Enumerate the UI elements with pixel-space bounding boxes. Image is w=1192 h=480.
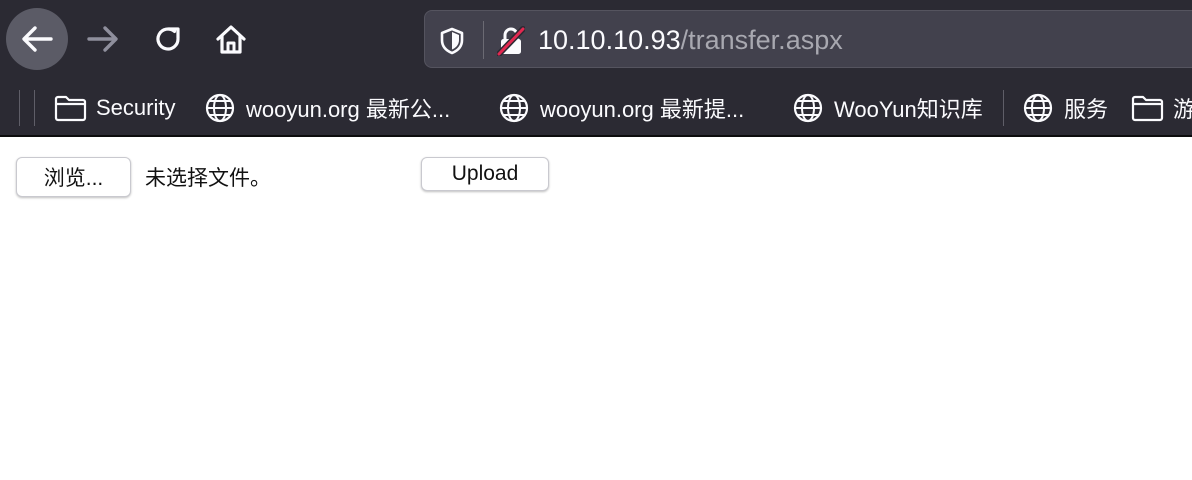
browser-chrome: 10.10.10.93/transfer.aspx Security wooyu… — [0, 0, 1192, 137]
back-button[interactable] — [6, 8, 68, 70]
globe-icon — [792, 92, 826, 124]
bookmark-label: 服务 — [1064, 97, 1109, 122]
bookmark-label: WooYun知识库 — [834, 97, 983, 122]
globe-icon — [204, 92, 238, 124]
forward-button[interactable] — [72, 8, 134, 70]
bookmark-wooyun-latest-public[interactable]: wooyun.org 最新公... — [204, 92, 450, 124]
file-selection-status: 未选择文件。 — [145, 167, 271, 190]
url-path: /transfer.aspx — [680, 25, 843, 55]
page-content: 浏览... 未选择文件。 Upload — [0, 137, 1192, 480]
globe-icon — [1022, 92, 1056, 124]
tracking-protection-shield-icon[interactable] — [439, 27, 465, 60]
bookmark-label: wooyun.org 最新提... — [540, 97, 745, 122]
browse-file-button[interactable]: 浏览... — [16, 157, 131, 197]
home-button[interactable] — [200, 8, 262, 70]
bookmarks-divider — [19, 90, 20, 126]
insecure-lock-icon[interactable] — [496, 26, 526, 61]
bookmarks-divider — [1003, 90, 1004, 126]
upload-button[interactable]: Upload — [421, 157, 549, 191]
navigation-toolbar: 10.10.10.93/transfer.aspx — [0, 0, 1192, 80]
urlbar-separator — [483, 21, 484, 59]
bookmark-label: wooyun.org 最新公... — [246, 97, 451, 122]
bookmark-folder-games[interactable]: 游 — [1131, 92, 1192, 124]
bookmark-label: Security — [96, 95, 176, 120]
bookmark-label: 游 — [1173, 97, 1192, 122]
reload-button[interactable] — [137, 8, 199, 70]
url-text: 10.10.10.93/transfer.aspx — [538, 24, 843, 56]
bookmarks-toolbar: Security wooyun.org 最新公... wooyun.org 最新… — [0, 80, 1192, 136]
bookmarks-divider — [34, 90, 35, 126]
address-bar[interactable]: 10.10.10.93/transfer.aspx — [424, 10, 1192, 68]
globe-icon — [498, 92, 532, 124]
folder-icon — [1131, 92, 1165, 124]
reload-icon — [156, 27, 180, 51]
url-host: 10.10.10.93 — [538, 25, 681, 55]
bookmark-wooyun-latest-submitted[interactable]: wooyun.org 最新提... — [498, 92, 744, 124]
home-icon — [216, 25, 246, 54]
bookmark-services[interactable]: 服务 — [1022, 92, 1108, 124]
bookmark-wooyun-knowledge[interactable]: WooYun知识库 — [792, 92, 983, 124]
arrow-left-icon — [22, 26, 53, 52]
arrow-right-icon — [87, 26, 118, 52]
bookmark-folder-security[interactable]: Security — [54, 92, 175, 124]
folder-icon — [54, 92, 88, 124]
